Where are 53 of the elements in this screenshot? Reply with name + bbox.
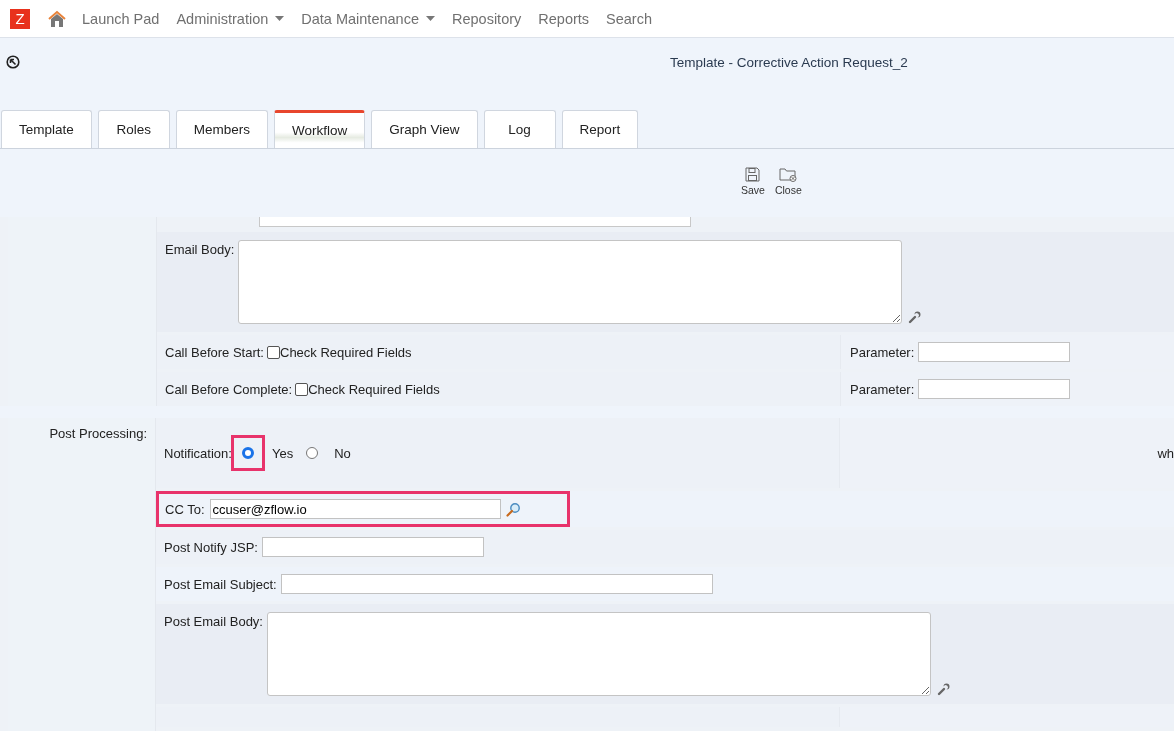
- checkbox[interactable]: [267, 345, 280, 359]
- nav-link[interactable]: Administration: [176, 10, 285, 27]
- back-arrow-icon[interactable]: [6, 55, 20, 69]
- text-field[interactable]: [259, 217, 691, 227]
- checkbox[interactable]: [295, 382, 309, 396]
- tab[interactable]: Members: [175, 110, 269, 148]
- field-label: Post Email Body:: [164, 614, 263, 629]
- tab[interactable]: Roles: [97, 110, 170, 148]
- nav-link[interactable]: Launch Pad: [82, 10, 160, 27]
- checkbox-label: Check Required Fields: [308, 381, 440, 397]
- nav-link[interactable]: Reports: [538, 10, 590, 27]
- nav-link[interactable]: Repository: [451, 10, 522, 27]
- post-notify-jsp-field[interactable]: [261, 537, 484, 557]
- cut-off-text: wh: [1157, 445, 1174, 461]
- field-label: Call Before Complete:: [165, 381, 293, 397]
- radio-button[interactable]: [306, 447, 319, 459]
- tab[interactable]: Template: [1, 110, 92, 148]
- tab[interactable]: Report: [561, 110, 639, 148]
- parameter-field[interactable]: [918, 379, 1071, 399]
- radio-button[interactable]: [241, 447, 254, 459]
- page-title: Template - Corrective Action Request_2: [670, 55, 908, 70]
- folder-close-icon: [779, 167, 798, 182]
- field-label: Post Email Subject:: [164, 576, 277, 592]
- post-email-body-field[interactable]: [267, 612, 931, 696]
- wrench-icon[interactable]: [908, 311, 922, 324]
- section-label: Post Processing:: [49, 426, 147, 443]
- field-label: Parameter:: [850, 344, 915, 360]
- home-icon[interactable]: [47, 9, 67, 28]
- radio-label: No: [334, 445, 351, 461]
- tab[interactable]: Log: [483, 110, 556, 148]
- field-label: Notification:: [164, 445, 232, 461]
- field-label: Post Notify JSP:: [164, 539, 258, 555]
- tab[interactable]: Workflow: [274, 110, 366, 148]
- toolbar-button[interactable]: Save: [741, 167, 765, 196]
- email-body-field[interactable]: [238, 240, 903, 324]
- field-label: Email Body:: [165, 242, 235, 257]
- caret-icon: [425, 16, 435, 21]
- field-label: Call Before Start:: [165, 344, 264, 360]
- radio-label: Yes: [271, 445, 294, 461]
- cc-to-field[interactable]: ccuser@zflow.io: [209, 499, 501, 519]
- parameter-field[interactable]: [918, 342, 1071, 362]
- field-label: Parameter:: [850, 381, 915, 397]
- caret-icon: [275, 16, 285, 21]
- tab[interactable]: Graph View: [371, 110, 478, 148]
- nav-link[interactable]: Data Maintenance: [301, 10, 435, 27]
- field-label: CC To:: [165, 501, 205, 517]
- logo[interactable]: Z: [10, 8, 30, 29]
- toolbar-button[interactable]: Close: [774, 167, 802, 196]
- search-icon[interactable]: [505, 501, 521, 517]
- wrench-icon[interactable]: [937, 683, 950, 696]
- nav-link[interactable]: Search: [606, 10, 652, 27]
- post-email-subject-field[interactable]: [280, 574, 713, 594]
- checkbox-label: Check Required Fields: [280, 344, 412, 360]
